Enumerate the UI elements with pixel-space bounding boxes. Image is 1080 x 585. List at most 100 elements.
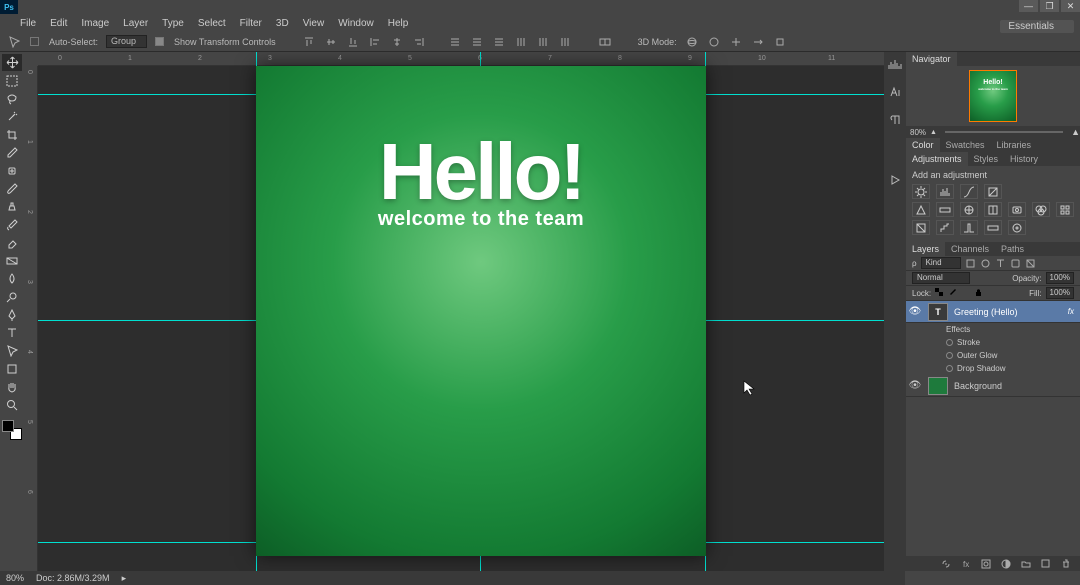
gradient-tool[interactable]	[2, 252, 22, 269]
window-minimize[interactable]: —	[1019, 0, 1038, 12]
filter-pixel-icon[interactable]	[965, 258, 976, 269]
layer-effects-badge[interactable]: fx	[1068, 307, 1080, 316]
zoom-in-icon[interactable]: ▲	[1071, 127, 1080, 137]
effect-stroke[interactable]: Stroke	[906, 336, 1080, 349]
path-select-tool[interactable]	[2, 342, 22, 359]
paragraph-panel-icon[interactable]	[887, 112, 903, 128]
vibrance-adjustment-icon[interactable]	[912, 202, 930, 217]
color-swatches[interactable]	[2, 420, 22, 440]
posterize-adjustment-icon[interactable]	[936, 220, 954, 235]
exposure-adjustment-icon[interactable]	[984, 184, 1002, 199]
move-tool[interactable]	[2, 54, 22, 71]
menu-edit[interactable]: Edit	[50, 18, 67, 29]
history-brush-tool[interactable]	[2, 216, 22, 233]
layer-greeting[interactable]: 👁 T Greeting (Hello) fx	[906, 301, 1080, 323]
distribute-vcenter-icon[interactable]	[470, 35, 484, 49]
colorbalance-adjustment-icon[interactable]	[960, 202, 978, 217]
libraries-tab[interactable]: Libraries	[991, 138, 1038, 152]
lock-pixels-icon[interactable]	[948, 288, 957, 299]
selectivecolor-adjustment-icon[interactable]	[1008, 220, 1026, 235]
healing-brush-tool[interactable]	[2, 162, 22, 179]
align-top-icon[interactable]	[302, 35, 316, 49]
pen-tool[interactable]	[2, 306, 22, 323]
curves-adjustment-icon[interactable]	[960, 184, 978, 199]
auto-align-icon[interactable]	[598, 35, 612, 49]
layer-style-icon[interactable]: fx	[960, 558, 972, 570]
distribute-bottom-icon[interactable]	[492, 35, 506, 49]
colorlookup-adjustment-icon[interactable]	[1056, 202, 1074, 217]
align-bottom-icon[interactable]	[346, 35, 360, 49]
paths-tab[interactable]: Paths	[995, 242, 1030, 256]
zoom-slider[interactable]	[945, 131, 1063, 133]
distribute-top-icon[interactable]	[448, 35, 462, 49]
window-maximize[interactable]: ❐	[1040, 0, 1059, 12]
layer-filter-type[interactable]: Kind	[921, 257, 961, 269]
link-layers-icon[interactable]	[940, 558, 952, 570]
filter-type-icon[interactable]	[995, 258, 1006, 269]
shape-tool[interactable]	[2, 360, 22, 377]
delete-layer-icon[interactable]	[1060, 558, 1072, 570]
lock-position-icon[interactable]	[961, 288, 970, 299]
opacity-value[interactable]: 100%	[1046, 272, 1074, 284]
distribute-hcenter-icon[interactable]	[536, 35, 550, 49]
align-left-icon[interactable]	[368, 35, 382, 49]
menu-type[interactable]: Type	[162, 18, 184, 29]
navigator-tab[interactable]: Navigator	[906, 52, 957, 66]
status-arrow-icon[interactable]: ▸	[122, 573, 127, 584]
menu-file[interactable]: File	[20, 18, 36, 29]
distribute-right-icon[interactable]	[558, 35, 572, 49]
invert-adjustment-icon[interactable]	[912, 220, 930, 235]
align-vcenter-icon[interactable]	[324, 35, 338, 49]
layer-mask-icon[interactable]	[980, 558, 992, 570]
auto-select-checkbox[interactable]	[30, 37, 39, 46]
3d-orbit-icon[interactable]	[685, 35, 699, 49]
distribute-left-icon[interactable]	[514, 35, 528, 49]
hue-adjustment-icon[interactable]	[936, 202, 954, 217]
adjustments-tab[interactable]: Adjustments	[906, 152, 968, 166]
effect-visibility-icon[interactable]	[946, 365, 953, 372]
brightness-adjustment-icon[interactable]	[912, 184, 930, 199]
channelmixer-adjustment-icon[interactable]	[1032, 202, 1050, 217]
3d-slide-icon[interactable]	[751, 35, 765, 49]
styles-tab[interactable]: Styles	[968, 152, 1005, 166]
3d-roll-icon[interactable]	[707, 35, 721, 49]
zoom-tool[interactable]	[2, 396, 22, 413]
bw-adjustment-icon[interactable]	[984, 202, 1002, 217]
layer-background[interactable]: 👁 Background	[906, 375, 1080, 397]
threshold-adjustment-icon[interactable]	[960, 220, 978, 235]
auto-select-target[interactable]: Group	[106, 35, 147, 48]
filter-adjust-icon[interactable]	[980, 258, 991, 269]
filter-shape-icon[interactable]	[1010, 258, 1021, 269]
brush-tool[interactable]	[2, 180, 22, 197]
lock-transparency-icon[interactable]	[935, 288, 944, 299]
photofilter-adjustment-icon[interactable]	[1008, 202, 1026, 217]
navigator-zoom[interactable]: 80%	[910, 128, 926, 137]
menu-layer[interactable]: Layer	[123, 18, 148, 29]
lock-all-icon[interactable]	[974, 288, 983, 299]
history-tab[interactable]: History	[1004, 152, 1044, 166]
character-panel-icon[interactable]	[887, 84, 903, 100]
magic-wand-tool[interactable]	[2, 108, 22, 125]
layer-name[interactable]: Greeting (Hello)	[952, 307, 1068, 317]
3d-pan-icon[interactable]	[729, 35, 743, 49]
menu-3d[interactable]: 3D	[276, 18, 289, 29]
actions-panel-icon[interactable]	[887, 172, 903, 188]
channels-tab[interactable]: Channels	[945, 242, 995, 256]
status-doc-size[interactable]: Doc: 2.86M/3.29M	[36, 573, 110, 583]
effect-visibility-icon[interactable]	[946, 339, 953, 346]
navigator-thumbnail[interactable]: Hello! welcome to the team	[969, 70, 1017, 122]
ruler-vertical[interactable]: 0 1 2 3 4 5 6	[24, 66, 38, 571]
histogram-panel-icon[interactable]	[887, 56, 903, 72]
new-layer-icon[interactable]	[1040, 558, 1052, 570]
effect-visibility-icon[interactable]	[946, 352, 953, 359]
window-close[interactable]: ✕	[1061, 0, 1080, 12]
eraser-tool[interactable]	[2, 234, 22, 251]
zoom-out-icon[interactable]: ▲	[930, 129, 937, 136]
align-hcenter-icon[interactable]	[390, 35, 404, 49]
menu-select[interactable]: Select	[198, 18, 226, 29]
ruler-horizontal[interactable]: 0 1 2 3 4 5 6 7 8 9 10 11 12	[38, 52, 884, 66]
3d-scale-icon[interactable]	[773, 35, 787, 49]
dodge-tool[interactable]	[2, 288, 22, 305]
foreground-color-swatch[interactable]	[2, 420, 14, 432]
new-group-icon[interactable]	[1020, 558, 1032, 570]
